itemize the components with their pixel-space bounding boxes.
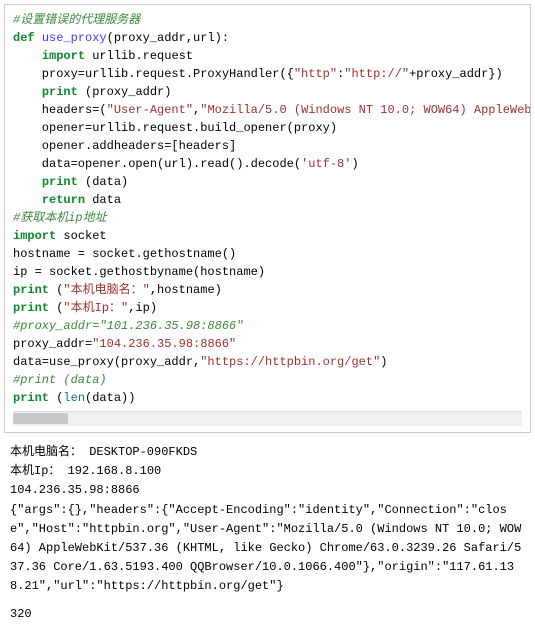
code-line: hostname = socket.gethostname(): [13, 245, 522, 263]
code-line: import socket: [13, 227, 522, 245]
code-line: opener.addheaders=[headers]: [13, 137, 522, 155]
code-block: #设置错误的代理服务器 def use_proxy(proxy_addr,url…: [4, 4, 531, 433]
code-line: proxy_addr="104.236.35.98:8866": [13, 335, 522, 353]
output-line: 本机电脑名： DESKTOP-090FKDS: [10, 443, 525, 462]
comment: #设置错误的代理服务器: [13, 13, 140, 27]
output-line: {"args":{},"headers":{"Accept-Encoding":…: [10, 501, 525, 597]
output-line: 104.236.35.98:8866: [10, 481, 525, 500]
code-line: return data: [13, 191, 522, 209]
code-line: headers=("User-Agent","Mozilla/5.0 (Wind…: [13, 101, 522, 119]
output-block: 本机电脑名： DESKTOP-090FKDS 本机Ip： 192.168.8.1…: [0, 437, 535, 630]
code-line: print (proxy_addr): [13, 83, 522, 101]
code-line: #print (data): [13, 371, 522, 389]
code-line: proxy=urllib.request.ProxyHandler({"http…: [13, 65, 522, 83]
comment: #print (data): [13, 373, 107, 387]
output-line: 本机Ip： 192.168.8.100: [10, 462, 525, 481]
code-line: data=opener.open(url).read().decode('utf…: [13, 155, 522, 173]
comment: #获取本机ip地址: [13, 211, 107, 225]
code-line: def use_proxy(proxy_addr,url):: [13, 29, 522, 47]
code-line: print ("本机Ip：",ip): [13, 299, 522, 317]
code-line: print ("本机电脑名：",hostname): [13, 281, 522, 299]
code-line: ip = socket.gethostbyname(hostname): [13, 263, 522, 281]
code-line: print (len(data)): [13, 389, 522, 407]
code-line: print (data): [13, 173, 522, 191]
code-line: data=use_proxy(proxy_addr,"https://httpb…: [13, 353, 522, 371]
code-line: import urllib.request: [13, 47, 522, 65]
horizontal-scrollbar[interactable]: [13, 411, 522, 426]
code-line: #proxy_addr="101.236.35.98:8866": [13, 317, 522, 335]
code-line: #设置错误的代理服务器: [13, 11, 522, 29]
code-line: #获取本机ip地址: [13, 209, 522, 227]
code-line: opener=urllib.request.build_opener(proxy…: [13, 119, 522, 137]
scrollbar-thumb[interactable]: [13, 413, 68, 424]
output-line: 320: [10, 605, 525, 624]
comment: #proxy_addr="101.236.35.98:8866": [13, 319, 243, 333]
